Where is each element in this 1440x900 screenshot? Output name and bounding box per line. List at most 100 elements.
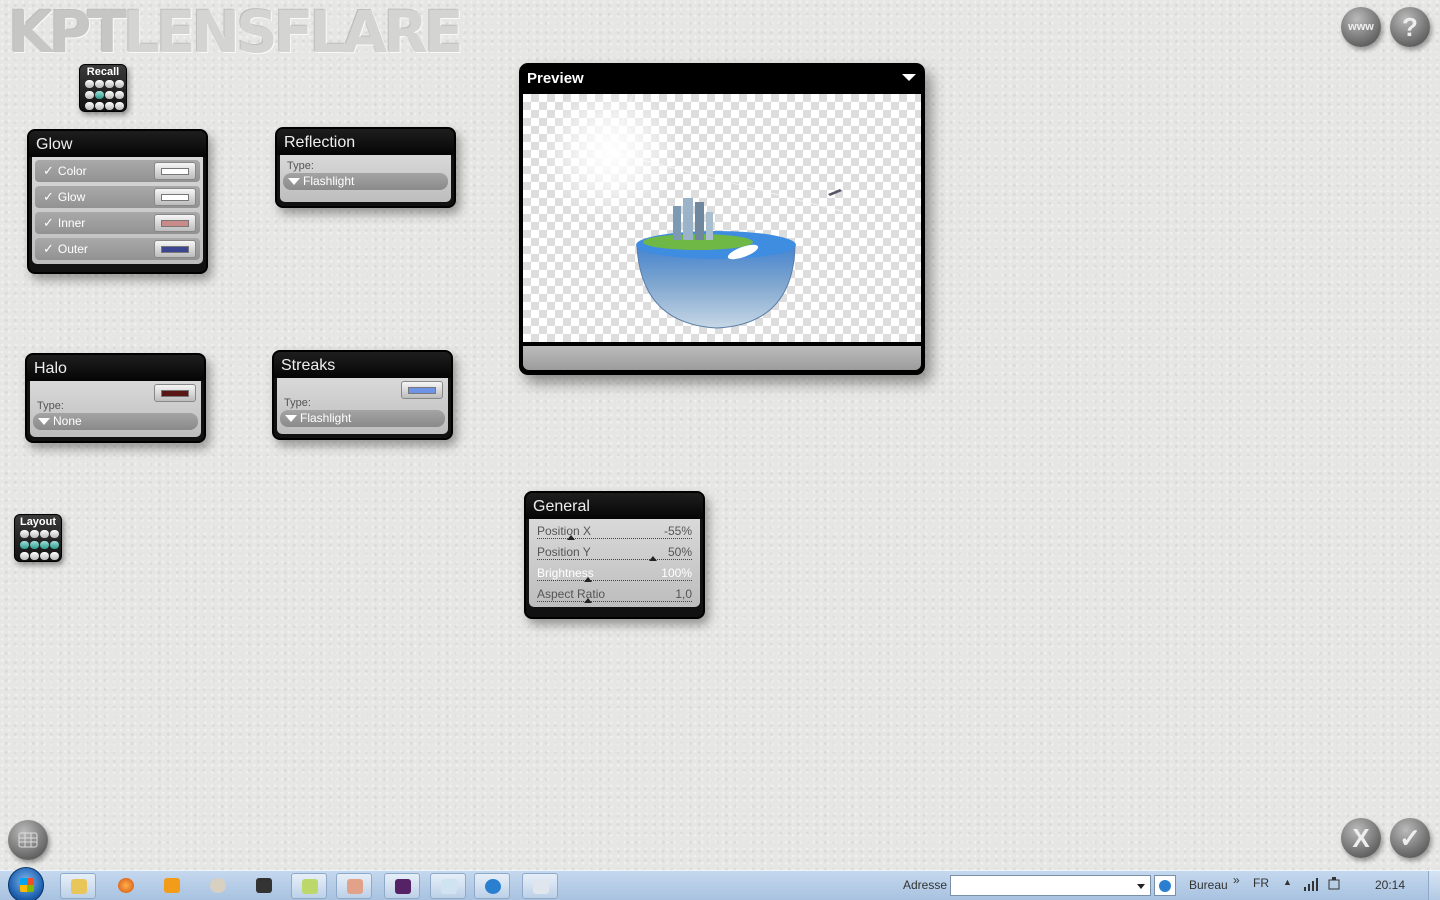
bureau-toolbar[interactable]: Bureau — [1189, 878, 1228, 892]
preview-image — [541, 94, 854, 329]
clock[interactable]: 20:14 — [1375, 878, 1405, 892]
taskbar-ie[interactable] — [474, 873, 510, 899]
taskbar-paint[interactable] — [200, 873, 236, 899]
chevron-down-icon[interactable] — [1137, 884, 1145, 889]
reflection-body: Type: Flashlight — [280, 155, 451, 202]
taskbar-app-4[interactable] — [430, 873, 466, 899]
show-hidden-icons[interactable]: ▲ — [1283, 877, 1292, 887]
layout-button[interactable]: Layout — [14, 514, 62, 562]
checkmark-icon[interactable]: ✓ — [43, 189, 54, 204]
keypad-button[interactable] — [8, 820, 48, 860]
color-swatch[interactable] — [154, 188, 196, 206]
media-player-icon — [164, 878, 180, 893]
document-icon — [441, 879, 457, 894]
slider-track[interactable] — [537, 559, 692, 561]
color-swatch[interactable] — [154, 240, 196, 258]
aspect-ratio-slider[interactable]: Aspect Ratio 1,0 — [531, 584, 698, 605]
language-indicator[interactable]: FR — [1253, 876, 1269, 890]
color-swatch[interactable] — [154, 162, 196, 180]
brightness-slider[interactable]: Brightness 100% — [531, 563, 698, 584]
streaks-color-swatch[interactable] — [401, 381, 443, 399]
row-label: Outer — [57, 242, 88, 256]
windows-logo-icon — [20, 878, 34, 892]
halo-type-dropdown[interactable]: None — [33, 413, 198, 430]
internet-explorer-icon — [485, 879, 501, 894]
layout-grid-icon — [20, 530, 59, 560]
cancel-button[interactable]: X — [1341, 818, 1381, 858]
recall-button[interactable]: Recall — [79, 64, 127, 112]
camera-icon — [256, 878, 272, 893]
streaks-title[interactable]: Streaks — [274, 352, 451, 378]
general-panel: General Position X -55% Position Y 50% Bri… — [524, 491, 705, 619]
toolbar-chevron[interactable]: » — [1233, 873, 1240, 887]
address-input[interactable] — [950, 875, 1151, 896]
glow-row-glow[interactable]: ✓ Glow — [35, 186, 200, 208]
slider-knob[interactable] — [567, 535, 576, 540]
slider-knob[interactable] — [584, 577, 593, 582]
color-swatch[interactable] — [154, 214, 196, 232]
firefox-icon — [118, 878, 134, 893]
taskbar-camera[interactable] — [246, 873, 282, 899]
help-button[interactable]: ? — [1390, 7, 1430, 47]
streaks-body: Type: Flashlight — [277, 378, 448, 434]
taskbar-explorer[interactable] — [60, 873, 96, 899]
taskbar-app-2[interactable] — [336, 873, 372, 899]
halo-body: Type: None — [30, 381, 201, 437]
position-y-slider[interactable]: Position Y 50% — [531, 542, 698, 563]
preview-canvas[interactable] — [523, 94, 921, 342]
halo-color-swatch[interactable] — [154, 384, 196, 402]
www-button[interactable]: www — [1341, 7, 1381, 47]
film-icon — [395, 879, 411, 894]
layout-label: Layout — [19, 516, 57, 528]
start-button[interactable] — [8, 867, 44, 900]
slider-knob[interactable] — [584, 598, 593, 603]
glow-row-color[interactable]: ✓ Color — [35, 160, 200, 182]
halo-panel: Halo Type: None — [25, 353, 206, 443]
taskbar-firefox[interactable] — [108, 873, 144, 899]
ok-icon: ✓ — [1399, 823, 1421, 853]
checkmark-icon[interactable]: ✓ — [43, 163, 54, 178]
type-label: Type: — [287, 160, 314, 172]
position-x-slider[interactable]: Position X -55% — [531, 521, 698, 542]
ok-button[interactable]: ✓ — [1390, 818, 1430, 858]
slider-value: 100% — [661, 566, 692, 580]
glow-row-inner[interactable]: ✓ Inner — [35, 212, 200, 234]
taskbar: Adresse Bureau » FR ▲ 20:14 — [0, 867, 1440, 900]
streaks-type-dropdown[interactable]: Flashlight — [280, 410, 445, 427]
slider-track[interactable] — [537, 601, 692, 603]
taskbar-app-3[interactable] — [384, 873, 420, 899]
streaks-panel: Streaks Type: Flashlight — [272, 350, 453, 440]
reflection-panel: Reflection Type: Flashlight — [275, 127, 456, 208]
slider-value: 50% — [667, 545, 692, 559]
address-label: Adresse — [903, 878, 948, 892]
reflection-title[interactable]: Reflection — [277, 129, 454, 155]
halo-title[interactable]: Halo — [27, 355, 204, 381]
preview-panel: Preview — [519, 63, 925, 375]
checkmark-icon[interactable]: ✓ — [43, 215, 54, 230]
slider-knob[interactable] — [649, 556, 658, 561]
logo-lensflare: LENSFLARE — [123, 0, 464, 66]
reflection-type-dropdown[interactable]: Flashlight — [283, 173, 448, 190]
dropdown-arrow-icon — [285, 415, 297, 422]
taskbar-app-1[interactable] — [291, 873, 327, 899]
app-icon — [302, 879, 318, 894]
glow-title[interactable]: Glow — [29, 131, 206, 157]
preview-footer — [523, 346, 921, 370]
slider-track[interactable] — [537, 538, 692, 540]
show-desktop-button[interactable] — [1428, 871, 1440, 900]
refresh-icon — [1159, 880, 1171, 892]
taskbar-app-5[interactable] — [522, 873, 558, 899]
network-icon[interactable] — [1304, 877, 1320, 894]
power-icon[interactable] — [1328, 877, 1342, 894]
general-body: Position X -55% Position Y 50% Brightness 1… — [529, 519, 700, 607]
slider-track[interactable] — [537, 580, 692, 582]
taskbar-media-player[interactable] — [154, 873, 190, 899]
general-title[interactable]: General — [526, 493, 703, 519]
checkmark-icon[interactable]: ✓ — [43, 241, 54, 256]
row-label: Color — [57, 164, 87, 178]
glow-row-outer[interactable]: ✓ Outer — [35, 238, 200, 260]
logo-kpt: KPT — [8, 0, 127, 66]
slider-value: 1,0 — [675, 587, 692, 601]
preview-menu-arrow-icon[interactable] — [902, 74, 916, 81]
go-button[interactable] — [1154, 875, 1176, 896]
